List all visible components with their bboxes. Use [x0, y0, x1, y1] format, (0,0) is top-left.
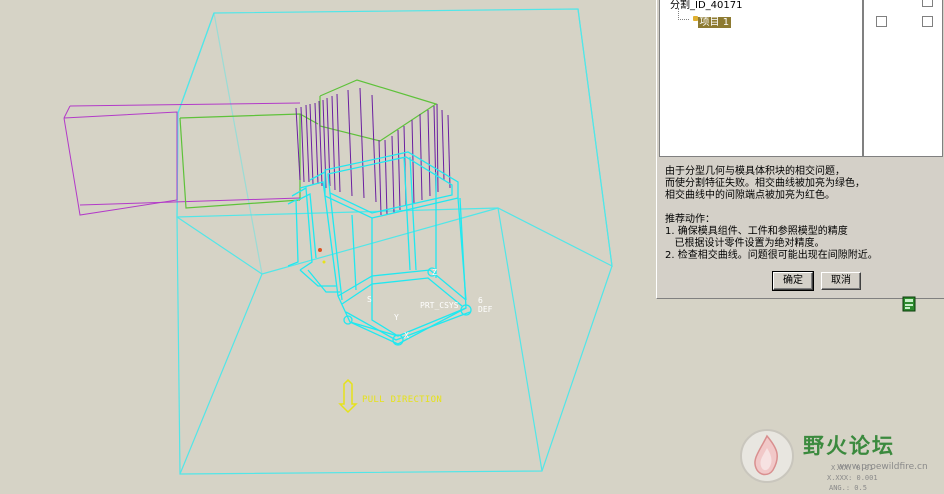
tree-item-1[interactable]: 项目 1: [688, 13, 732, 28]
x-axis-label: X: [404, 331, 409, 340]
root-checkbox[interactable]: [922, 0, 933, 7]
tree-status-column: [863, 0, 943, 157]
cancel-button[interactable]: 取消: [821, 272, 861, 290]
z-axis-label: Z: [432, 268, 437, 277]
tree-item-1-label: 项目 1: [697, 17, 732, 28]
gap-markers: [318, 248, 326, 264]
message-line: 相交曲线中的间隙端点被加亮为红色。: [665, 190, 835, 201]
error-message: 由于分型几何与模具体积块的相交问题， 而使分割特征失败。相交曲线被加亮为绿色， …: [665, 166, 937, 262]
item-1-checkbox[interactable]: [876, 16, 887, 27]
six-label: 6: [478, 296, 483, 305]
message-line: 2. 检查相交曲线。问题很可能出现在间隙附近。: [665, 250, 878, 261]
watermark-title: 野火论坛: [803, 434, 895, 458]
y-axis-label: Y: [394, 313, 399, 322]
message-line: 而使分割特征失败。相交曲线被加亮为绿色，: [665, 178, 865, 189]
message-line: 1. 确保模具组件、工件和参照模型的精度: [665, 226, 848, 237]
forum-watermark: 野火论坛 www.proewildfire.cn X.XX: 0.01 X.XX…: [733, 424, 944, 494]
csys-label: PRT_CSYS: [420, 301, 459, 310]
tolerance-3: ANG.: 0.5: [829, 484, 867, 492]
s-label: S: [367, 295, 372, 304]
pull-direction-label: PULL DIRECTION: [362, 395, 443, 405]
side-feature: [63, 102, 301, 216]
troubleshooter-panel: 分割_ID_40171 项目 1 由于分型几何与模具体积块的相交问题， 而使分割…: [656, 0, 944, 299]
model-tree-icon[interactable]: [902, 296, 916, 312]
box-bottom-edges: [176, 216, 613, 475]
feature-tree[interactable]: 分割_ID_40171 项目 1: [659, 0, 863, 157]
item-1-checkbox-2[interactable]: [922, 16, 933, 27]
tolerance-2: X.XXX: 0.001: [827, 474, 878, 482]
message-line: 由于分型几何与模具体积块的相交问题，: [665, 166, 845, 177]
pull-direction-arrow: [338, 378, 358, 414]
tolerance-1: X.XX: 0.01: [831, 464, 874, 472]
box-front-edge: [497, 207, 543, 472]
flame-logo-icon: [740, 429, 794, 483]
message-line: 推荐动作：: [665, 214, 715, 225]
message-line: 已根据设计零件设置为绝对精度。: [665, 238, 825, 249]
hatch-lines: [295, 87, 451, 216]
dialog-buttons: 确定 取消: [657, 271, 944, 292]
ok-button[interactable]: 确定: [772, 271, 814, 291]
message-line: [665, 202, 937, 214]
part-wireframe: [287, 151, 472, 346]
box-top-face: [176, 8, 613, 268]
def-label: DEF: [478, 305, 493, 314]
